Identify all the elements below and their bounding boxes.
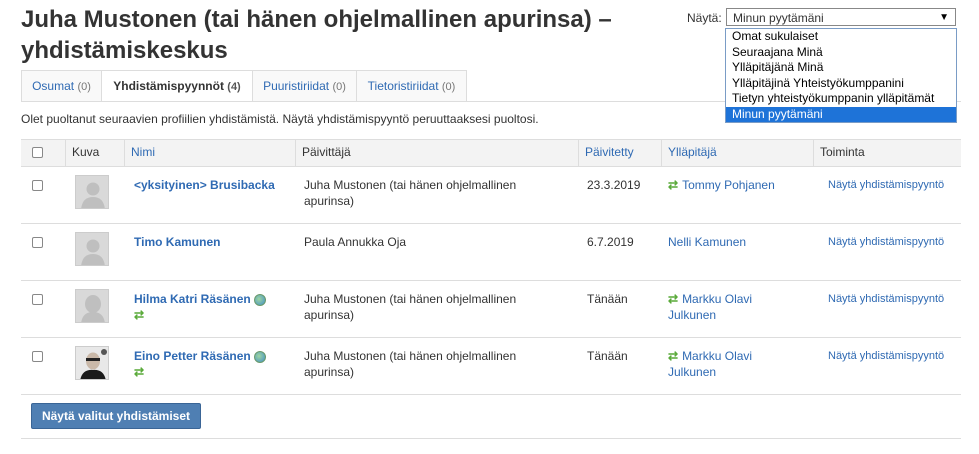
updated-date: Tänään [587, 292, 628, 306]
view-merge-request-link[interactable]: Näytä yhdistämispyyntö [828, 179, 944, 191]
filter-select[interactable]: Minun pyytämäni ▼ [726, 8, 956, 26]
profile-name-link[interactable]: <yksityinen> Brusibacka [134, 177, 275, 193]
avatar [75, 232, 109, 266]
tab-label: Yhdistämispyynnöt [113, 79, 224, 93]
updater-line: apurinsa) [304, 194, 355, 208]
manager-link[interactable]: ⇄ Markku Olavi Julkunen [668, 291, 752, 323]
avatar [75, 175, 109, 209]
row-checkbox[interactable] [32, 237, 43, 248]
view-merge-request-link[interactable]: Näytä yhdistämispyyntö [828, 293, 944, 305]
tab-label: Puuristiriidat [263, 79, 330, 93]
filter-option[interactable]: Ylläpitäjinä Yhteistyökumppanini [726, 76, 956, 92]
updater: Juha Mustonen (tai hänen ohjelmallinen a… [304, 177, 516, 209]
view-merge-request-link[interactable]: Näytä yhdistämispyyntö [828, 236, 944, 248]
profile-name-cell: Hilma Katri Räsänen ⇄ [134, 291, 266, 323]
row-checkbox[interactable] [32, 294, 43, 305]
globe-icon [253, 350, 266, 363]
profile-name-link[interactable]: Timo Kamunen [134, 234, 220, 250]
page-title: Juha Mustonen (tai hänen ohjelmallinen a… [21, 6, 612, 64]
select-all-cell [21, 140, 65, 166]
filter-option[interactable]: Omat sukulaiset [726, 29, 956, 45]
person-photo-icon [76, 347, 108, 379]
person-silhouette-icon [81, 239, 105, 265]
manager-name: Markku Olavi [682, 292, 753, 306]
filter-dropdown-list: Omat sukulaiset Seuraajana Minä Ylläpitä… [725, 28, 957, 123]
updater-line: apurinsa) [304, 308, 355, 322]
table-row: <yksityinen> Brusibacka Juha Mustonen (t… [21, 167, 961, 224]
tab-count: (0) [332, 81, 346, 93]
profile-name-link[interactable]: Eino Petter Räsänen [134, 349, 251, 363]
globe-icon [253, 293, 266, 306]
manager-name: Julkunen [668, 365, 717, 379]
filter-option-selected[interactable]: Minun pyytämäni [726, 106, 956, 122]
filter-option[interactable]: Seuraajana Minä [726, 45, 956, 61]
profile-name-link[interactable]: Hilma Katri Räsänen [134, 292, 251, 306]
table-row: Hilma Katri Räsänen ⇄ Juha Mustonen (tai… [21, 281, 961, 338]
updater-line: Juha Mustonen (tai hänen ohjelmallinen [304, 178, 517, 192]
table-header: Kuva Nimi Päivittäjä Päivitetty Ylläpitä… [21, 140, 961, 167]
person-silhouette-icon [81, 182, 105, 208]
updated-date: Tänään [587, 349, 628, 363]
col-paivittaja: Päivittäjä [295, 140, 578, 166]
select-all-checkbox[interactable] [32, 147, 43, 158]
collaborator-swap-icon: ⇄ [668, 178, 679, 192]
updater-line: Juha Mustonen (tai hänen ohjelmallinen [304, 292, 517, 306]
collaborator-swap-icon: ⇄ [668, 349, 679, 363]
tab-tietoristiriidat[interactable]: Tietoristiriidat (0) [356, 70, 467, 101]
view-merge-request-link[interactable]: Näytä yhdistämispyyntö [828, 350, 944, 362]
manager-link[interactable]: ⇄ Tommy Pohjanen [668, 177, 775, 193]
filter-option[interactable]: Ylläpitäjänä Minä [726, 60, 956, 76]
info-text: Olet puoltanut seuraavien profiilien yhd… [21, 112, 539, 126]
collaborator-swap-icon: ⇄ [134, 308, 145, 322]
filter-selected-value: Minun pyytämäni [733, 11, 824, 25]
col-paivitetty[interactable]: Päivitetty [578, 140, 661, 166]
updater-line: Juha Mustonen (tai hänen ohjelmallinen [304, 349, 517, 363]
tab-label: Tietoristiriidat [367, 79, 439, 93]
filter-label: Näytä: [687, 11, 722, 25]
row-checkbox[interactable] [32, 180, 43, 191]
avatar [75, 289, 109, 323]
manager-name: Tommy Pohjanen [682, 178, 775, 192]
tab-count: (0) [441, 81, 456, 93]
tab-count: (0) [77, 81, 91, 93]
col-yllapitaja[interactable]: Ylläpitäjä [661, 140, 813, 166]
tab-label: Osumat [32, 79, 75, 93]
manager-link[interactable]: Nelli Kamunen [668, 234, 746, 250]
updater: Juha Mustonen (tai hänen ohjelmallinen a… [304, 291, 516, 323]
updater: Juha Mustonen (tai hänen ohjelmallinen a… [304, 348, 516, 380]
person-silhouette-icon [81, 295, 105, 322]
updated-date: 23.3.2019 [587, 178, 641, 192]
updater-line: apurinsa) [304, 365, 355, 379]
tab-puuristiriidat[interactable]: Puuristiriidat (0) [252, 70, 357, 101]
merge-requests-table: Kuva Nimi Päivittäjä Päivitetty Ylläpitä… [21, 139, 961, 395]
tab-count: (4) [227, 81, 241, 93]
collaborator-swap-icon: ⇄ [134, 365, 145, 379]
table-row: Eino Petter Räsänen ⇄ Juha Mustonen (tai… [21, 338, 961, 395]
updated-date: 6.7.2019 [587, 235, 634, 249]
manager-name: Markku Olavi [682, 349, 753, 363]
col-kuva: Kuva [65, 140, 124, 166]
dropdown-arrow-icon: ▼ [939, 12, 949, 23]
avatar [75, 346, 109, 380]
col-toiminta: Toiminta [813, 140, 961, 166]
col-nimi[interactable]: Nimi [124, 140, 295, 166]
updater: Paula Annukka Oja [304, 234, 406, 250]
bottom-divider [21, 438, 961, 439]
row-checkbox[interactable] [32, 351, 43, 362]
table-row: Timo Kamunen Paula Annukka Oja 6.7.2019 … [21, 224, 961, 281]
show-selected-merges-button[interactable]: Näytä valitut yhdistämiset [31, 403, 201, 429]
profile-name-cell: Eino Petter Räsänen ⇄ [134, 348, 266, 380]
tab-yhdistamispyynnot[interactable]: Yhdistämispyynnöt (4) [101, 70, 253, 102]
tab-osumat[interactable]: Osumat (0) [21, 70, 102, 101]
collaborator-swap-icon: ⇄ [668, 292, 679, 306]
manager-link[interactable]: ⇄ Markku Olavi Julkunen [668, 348, 752, 380]
manager-name: Julkunen [668, 308, 717, 322]
filter-option[interactable]: Tietyn yhteistyökumppanin ylläpitämät [726, 91, 956, 107]
updater-line: Paula Annukka Oja [304, 235, 407, 249]
